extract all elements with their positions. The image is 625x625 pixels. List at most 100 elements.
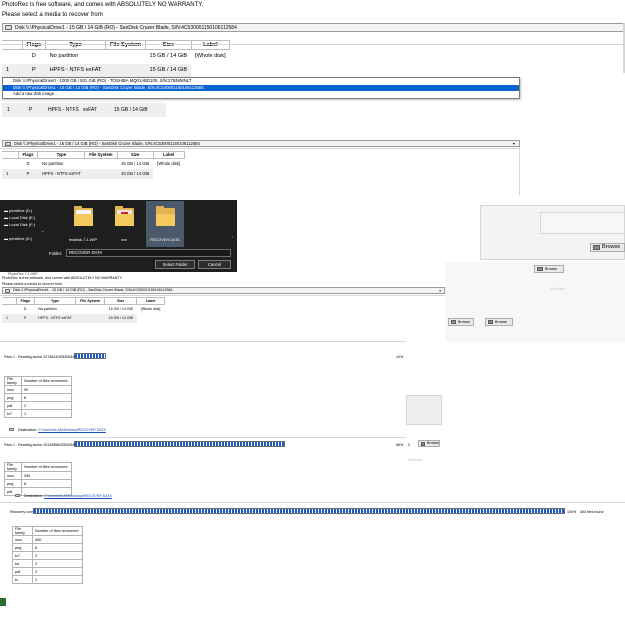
destination: Destination: C:\Users\ALAM\Desktop\RECOV… [13, 494, 112, 498]
dialog-sidebar: ▬ pendrive (D:) ▬ Local Disk (E:) ▬ Loca… [0, 200, 45, 248]
folder-name-input[interactable]: RECOVER DATA [66, 249, 231, 257]
browse-button[interactable]: Browse [590, 243, 625, 252]
col-fs: File System [75, 297, 106, 305]
col-label: Label [152, 151, 185, 159]
sidebar-item-local-e[interactable]: ▬ Local Disk (E:) [4, 215, 35, 220]
partition-table: Flags Type File System Size Label D No p… [2, 297, 165, 323]
table-row[interactable]: 1 P HPFS - NTFS exFAT 15 GB / 14 GiB [2, 313, 165, 323]
disk-select-value: Disk \\.\PhysicalDrive1 - 15 GB / 14 GiB… [15, 24, 237, 31]
col-type: Type [37, 151, 86, 159]
folder-item[interactable]: xxx [105, 204, 143, 244]
browse-button[interactable]: Browse [485, 318, 513, 326]
table-row: pdf 2 [4, 401, 72, 410]
folder-icon [74, 206, 93, 226]
disk-select[interactable]: Disk \\.\PhysicalDrive1 - 15 GB / 14 GiB… [2, 140, 520, 147]
media-prompt: Please select a media to recover from [2, 282, 63, 286]
chevron-down-icon[interactable]: ⌄ [41, 228, 44, 233]
browse-button[interactable]: Browse [534, 265, 564, 273]
col-fs: File System [104, 40, 147, 50]
col-label: Label [190, 40, 231, 50]
col-flags: Flags [17, 151, 39, 159]
sidebar-item-pendrive-2[interactable]: ▬ pendrive (D:) [4, 236, 32, 241]
files-found: 464 files found [580, 510, 604, 514]
table-row[interactable]: 1 P HPFS - NTFS exFAT 15 GB / 14 GiB [2, 103, 166, 117]
progress-bar [33, 508, 565, 514]
table-row: txt 2 [12, 559, 83, 568]
col-flags: Flags [15, 297, 35, 305]
disk-icon [5, 141, 11, 146]
table-row[interactable]: D No partition 15 GB / 14 GiB [Whole dis… [2, 159, 184, 169]
cancel-button[interactable]: Cancel [198, 260, 231, 269]
disk-select-value: Disk \\.\PhysicalDrive1 - 15 GB / 14 GiB… [14, 140, 200, 146]
destination: Destination: C:\Users\ALAM\Desktop\RECOV… [7, 428, 106, 432]
taskbar-edge [0, 598, 6, 606]
folder-icon [115, 206, 134, 226]
partition-table: Flags Type File System Size Label D No p… [2, 151, 185, 179]
side-panel [406, 395, 442, 425]
folder-icon [488, 320, 493, 324]
table-row: png 8 [4, 479, 72, 488]
recovered-files-table: File family Number of files recovered mov… [4, 462, 72, 496]
side-panel [540, 212, 625, 234]
table-row: mov 450 [12, 535, 83, 544]
recovered-files-table: File family Number of files recovered mov… [4, 376, 72, 418]
col-label: Label [136, 297, 165, 305]
progress-bar [74, 353, 106, 359]
table-row: mov 90 [4, 385, 72, 394]
col-size: Size [145, 40, 192, 50]
table-row: png 8 [4, 393, 72, 402]
table-row[interactable]: 1 P HPFS - NTFS exFAT 15 GB / 14 GiB [2, 168, 184, 179]
browse-button[interactable]: Browse [448, 318, 474, 326]
table-row: tx 1 [12, 575, 83, 584]
table-row[interactable]: D No partition 15 GB / 14 GiB [Whole dis… [2, 50, 230, 64]
col-size: Size [104, 297, 138, 305]
progress-status: Pass 1 - Reading sector 3274624/30530544 [4, 355, 75, 359]
disk-icon [5, 288, 10, 293]
folder-icon [421, 441, 426, 446]
col-type: Type [45, 40, 106, 50]
folder-item-selected[interactable]: RECOVER DATA [146, 201, 184, 247]
scroll-arrow-icon[interactable]: › [232, 234, 233, 239]
progress-status: Pass 1 - Reading sector 20149856/3053054… [4, 443, 77, 447]
folder-icon [593, 245, 600, 250]
progress-percent: 100% [567, 510, 577, 514]
progress-percent: 66% [396, 443, 404, 447]
folder-item[interactable]: testdisk-7.1-WIP [58, 204, 108, 244]
progress-extra: 2 [408, 443, 410, 447]
disk-select-value: Disk \\.\PhysicalDrive1 - 15 GB / 14 GiB… [13, 288, 173, 293]
folder-icon [9, 428, 14, 431]
sidebar-item-local-f[interactable]: ▬ Local Disk (F:) [4, 222, 35, 227]
browse-button[interactable]: Browse [418, 440, 440, 447]
disk-dropdown-list[interactable]: Disk \\.\PhysicalDrive0 - 1000 GB / 931 … [2, 77, 520, 99]
faint-text: Windows [408, 458, 423, 462]
sidebar-item-pendrive[interactable]: ▬ pendrive (D:) [4, 208, 32, 213]
folder-icon [451, 320, 456, 324]
table-row: png 6 [12, 543, 83, 552]
media-prompt: Please select a media to recover from [2, 12, 103, 18]
destination-link[interactable]: C:\Users\ALAM\Desktop\RECOVER DATA [44, 494, 112, 498]
table-row[interactable]: D No partition 15 GB / 14 GiB [Whole dis… [2, 305, 164, 314]
chevron-down-icon[interactable]: ▾ [513, 141, 515, 146]
disk-icon [5, 25, 12, 30]
dropdown-item-add-image[interactable]: Add a raw disk image... [3, 91, 519, 98]
folder-label: Folder: [49, 251, 63, 256]
folder-icon [537, 267, 543, 271]
disk-select[interactable]: Disk \\.\PhysicalDrive1 - 15 GB / 14 GiB… [2, 23, 625, 32]
chevron-down-icon[interactable]: ▾ [439, 289, 441, 293]
table-row: tx? 1 [4, 409, 72, 418]
table-row: mov 299 [4, 471, 72, 480]
destination-link[interactable]: C:\Users\ALAM\Desktop\RECOVER DATA [38, 428, 106, 432]
progress-bar [74, 441, 285, 447]
faint-text: Windows [550, 287, 565, 291]
col-flags: Flags [21, 40, 47, 50]
table-row: pdf 2 [12, 567, 83, 576]
select-folder-button[interactable]: Select Folder [155, 260, 195, 269]
partition-table: Flags Type File System Size Label D No p… [2, 40, 231, 78]
intro-text: PhotoRec is free software, and comes wit… [2, 2, 204, 8]
col-size: Size [116, 151, 154, 159]
table-row[interactable]: 1 P HPFS - NTFS exFAT 15 GB / 14 GiB [2, 63, 230, 78]
folder-icon [15, 494, 20, 497]
recovered-files-table: File family Number of files recovered mov… [12, 526, 83, 584]
disk-select[interactable]: Disk \\.\PhysicalDrive1 - 15 GB / 14 GiB… [2, 287, 445, 294]
intro-text: PhotoRec is free software, and comes wit… [2, 276, 123, 280]
